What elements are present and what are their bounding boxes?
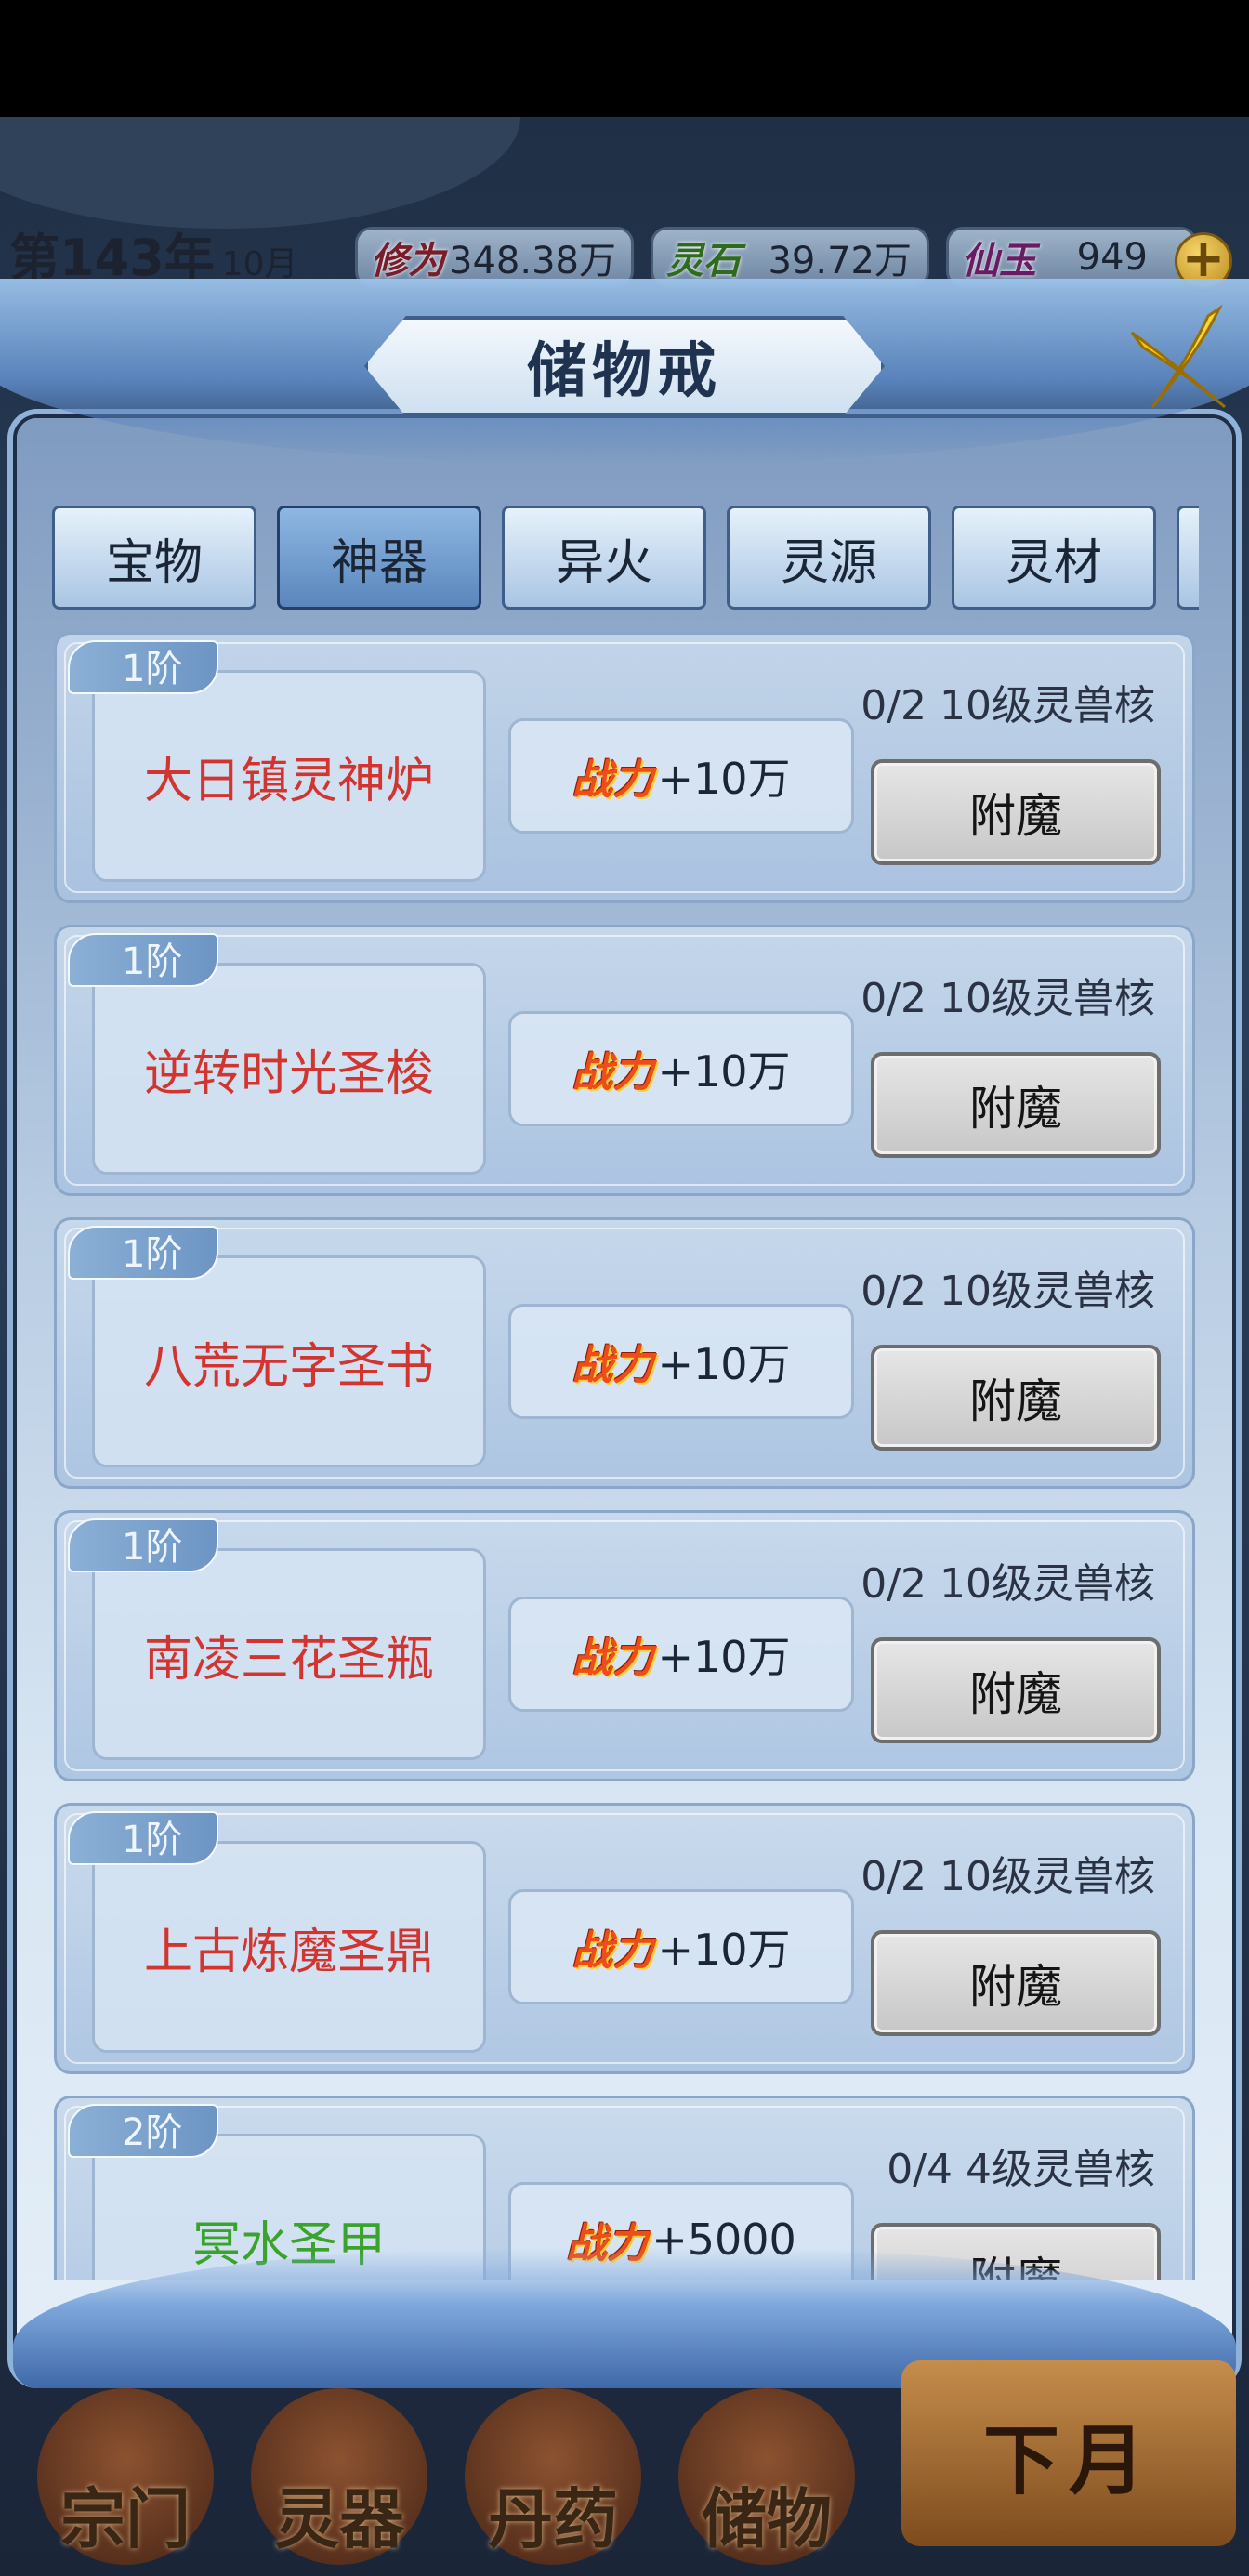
- tab-spirit-source[interactable]: 灵源: [727, 506, 931, 610]
- enchant-button[interactable]: 附魔: [871, 1637, 1161, 1743]
- menu-elixir-button[interactable]: 丹药: [446, 2388, 660, 2574]
- resource-value: 949: [1076, 236, 1148, 279]
- item-name: 南凌三花圣瓶: [143, 1631, 434, 1688]
- power-bonus: 战力 +10万: [508, 1597, 854, 1712]
- list-item: 大日镇灵神炉 1阶 战力 +10万 0/2 10级灵兽核 附魔: [54, 632, 1195, 903]
- power-icon: 战力: [572, 1342, 654, 1389]
- item-name: 逆转时光圣梭: [143, 1045, 434, 1102]
- enchant-button[interactable]: 附魔: [871, 759, 1161, 865]
- tier-badge: 1阶: [68, 1811, 218, 1865]
- power-icon: 战力: [572, 1927, 654, 1975]
- background-decoration: [0, 117, 520, 229]
- power-bonus: 战力 +10万: [508, 1304, 854, 1419]
- item-name-box: 上古炼魔圣鼎: [92, 1841, 486, 2053]
- close-icon: [1130, 304, 1226, 409]
- list-item: 上古炼魔圣鼎 1阶 战力 +10万 0/2 10级灵兽核 附魔: [54, 1803, 1195, 2074]
- item-name-box: 南凌三花圣瓶: [92, 1548, 486, 1760]
- menu-sect-button[interactable]: 宗门: [19, 2388, 232, 2574]
- tier-badge: 1阶: [68, 640, 218, 694]
- tab-strange-fire[interactable]: 异火: [502, 506, 706, 610]
- resource-value: 39.72万: [768, 240, 912, 283]
- enchant-button[interactable]: 附魔: [871, 1930, 1161, 2036]
- next-month-button[interactable]: 下月: [901, 2360, 1236, 2546]
- item-name-box: 八荒无字圣书: [92, 1255, 486, 1467]
- power-bonus: 战力 +10万: [508, 1011, 854, 1126]
- tier-badge: 1阶: [68, 1226, 218, 1280]
- power-icon: 战力: [572, 1635, 654, 1682]
- power-value: +10万: [657, 1339, 791, 1389]
- tier-badge: 2阶: [68, 2104, 218, 2158]
- tier-badge: 1阶: [68, 1518, 218, 1572]
- requirement-text: 0/2 10级灵兽核: [861, 1560, 1155, 1608]
- requirement-text: 0/4 4级灵兽核: [887, 2146, 1155, 2193]
- enchant-button[interactable]: 附魔: [871, 1052, 1161, 1158]
- resource-value: 348.38万: [449, 240, 616, 283]
- list-item: 南凌三花圣瓶 1阶 战力 +10万 0/2 10级灵兽核 附魔: [54, 1510, 1195, 1781]
- requirement-text: 0/2 10级灵兽核: [861, 975, 1155, 1022]
- item-name: 大日镇灵神炉: [143, 753, 434, 809]
- power-value: +10万: [657, 1925, 791, 1975]
- enchant-button[interactable]: 附魔: [871, 1345, 1161, 1451]
- power-icon: 战力: [572, 1049, 654, 1097]
- menu-label: 宗门: [60, 2481, 191, 2557]
- menu-storage-button[interactable]: 储物: [660, 2388, 874, 2574]
- item-name: 上古炼魔圣鼎: [143, 1924, 434, 1980]
- power-bonus: 战力 +10万: [508, 718, 854, 834]
- tab-artifact[interactable]: 神器: [277, 506, 481, 610]
- item-name-box: 大日镇灵神炉: [92, 670, 486, 882]
- menu-label: 灵器: [274, 2481, 404, 2557]
- requirement-text: 0/2 10级灵兽核: [861, 682, 1155, 729]
- resource-label: 灵石: [666, 240, 741, 283]
- item-name-box: 逆转时光圣梭: [92, 963, 486, 1175]
- power-value: +10万: [657, 754, 791, 804]
- tab-spirit-material[interactable]: 灵材: [952, 506, 1156, 610]
- tab-treasure[interactable]: 宝物: [52, 506, 256, 610]
- requirement-text: 0/2 10级灵兽核: [861, 1268, 1155, 1315]
- close-button[interactable]: [1115, 296, 1242, 422]
- power-icon: 战力: [572, 756, 654, 804]
- list-item: 逆转时光圣梭 1阶 战力 +10万 0/2 10级灵兽核 附魔: [54, 925, 1195, 1196]
- category-tabs: 宝物 神器 异火 灵源 灵材: [52, 506, 1199, 610]
- tab-more-partial[interactable]: [1177, 506, 1199, 610]
- tier-badge: 1阶: [68, 933, 218, 987]
- resource-label: 仙玉: [962, 240, 1036, 283]
- panel-title: 储物戒: [527, 337, 722, 406]
- power-bonus: 战力 +10万: [508, 1889, 854, 2004]
- panel-title-plate: 储物戒: [364, 316, 885, 416]
- status-bar: [0, 0, 1249, 117]
- resource-label: 修为: [371, 240, 445, 283]
- item-name: 八荒无字圣书: [143, 1338, 434, 1395]
- power-value: +10万: [657, 1046, 791, 1097]
- menu-label: 丹药: [488, 2481, 618, 2557]
- month-label: 10月: [221, 245, 298, 283]
- requirement-text: 0/2 10级灵兽核: [861, 1853, 1155, 1900]
- artifact-list[interactable]: 大日镇灵神炉 1阶 战力 +10万 0/2 10级灵兽核 附魔 逆转时光圣梭 1…: [54, 632, 1195, 2280]
- power-value: +10万: [657, 1632, 791, 1682]
- menu-label: 储物: [702, 2481, 832, 2557]
- list-item: 八荒无字圣书 1阶 战力 +10万 0/2 10级灵兽核 附魔: [54, 1217, 1195, 1489]
- menu-spirit-weapon-button[interactable]: 灵器: [232, 2388, 446, 2574]
